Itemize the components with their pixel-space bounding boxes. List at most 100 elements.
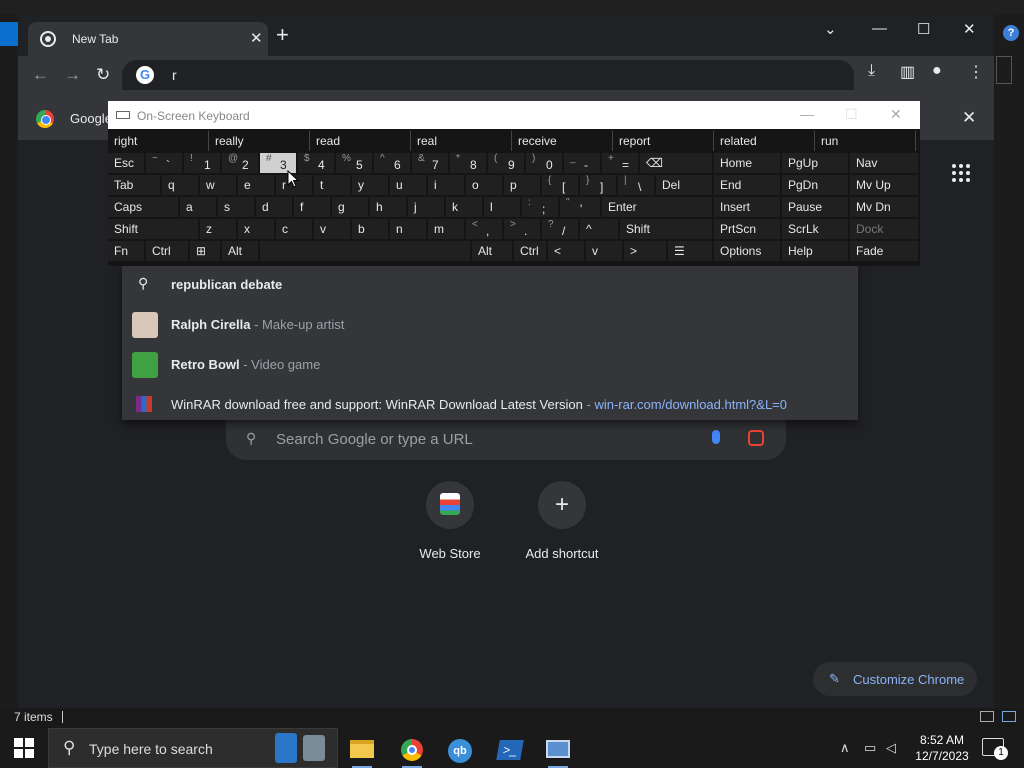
back-button[interactable]: ← xyxy=(32,65,49,85)
key-alt-right[interactable]: Alt xyxy=(472,241,512,261)
key-arrow-left[interactable]: < xyxy=(548,241,584,261)
key-arrow-down[interactable]: v xyxy=(586,241,622,261)
key-row3-7[interactable]: j xyxy=(408,197,444,217)
ntp-search-box[interactable]: ⚲ Search Google or type a URL xyxy=(226,420,786,460)
osk-minimize-button[interactable]: — xyxy=(800,106,814,122)
help-icon[interactable]: ? xyxy=(1003,25,1019,41)
key-row3-1[interactable]: a xyxy=(180,197,216,217)
key-row2-7[interactable]: u xyxy=(390,175,426,195)
close-window-button[interactable]: ✕ xyxy=(963,20,976,38)
details-view-icon[interactable] xyxy=(980,711,994,722)
suggestion-item[interactable]: ⚲ republican debate xyxy=(122,264,858,304)
forward-button[interactable]: → xyxy=(64,65,81,85)
shortcut-web-store[interactable]: Web Store xyxy=(394,481,506,571)
prediction-item[interactable]: real xyxy=(411,131,512,151)
key-row3-10[interactable]: :; xyxy=(522,197,558,217)
suggestion-item[interactable]: Retro Bowl - Video game xyxy=(122,344,858,384)
key-fn[interactable]: Fn xyxy=(108,241,144,261)
key-shift-right[interactable]: Shift xyxy=(620,219,712,239)
minimize-button[interactable]: — xyxy=(872,20,887,37)
key-row2-3[interactable]: e xyxy=(238,175,274,195)
prediction-item[interactable]: right xyxy=(108,131,209,151)
key-pause[interactable]: Pause xyxy=(782,197,848,217)
key-pgup[interactable]: PgUp xyxy=(782,153,848,173)
maximize-button[interactable]: ☐ xyxy=(917,20,930,38)
key-row4-10[interactable]: ? / xyxy=(542,219,578,239)
taskbar-qbittorrent[interactable]: qb xyxy=(440,732,480,768)
taskbar-powershell[interactable]: >_ xyxy=(490,732,530,768)
google-lens-icon[interactable] xyxy=(748,430,764,446)
windows-start-icon[interactable] xyxy=(14,738,34,758)
key-row4-7[interactable]: m xyxy=(428,219,464,239)
key-row1-12[interactable]: _ - xyxy=(564,153,600,173)
key-windows[interactable]: ⊞ xyxy=(190,241,220,261)
key-mv-dn[interactable]: Mv Dn xyxy=(850,197,918,217)
key-row2-10[interactable]: p xyxy=(504,175,540,195)
omnibox-input-text[interactable]: r xyxy=(172,67,177,83)
tab-new-tab[interactable]: New Tab ✕ xyxy=(28,22,268,56)
prediction-item[interactable]: report xyxy=(613,131,714,151)
key-delete[interactable]: Del xyxy=(656,175,712,195)
key-row4-2[interactable]: x xyxy=(238,219,274,239)
key-row3-9[interactable]: l xyxy=(484,197,520,217)
prediction-item[interactable]: receive xyxy=(512,131,613,151)
key-dock[interactable]: Dock xyxy=(850,219,918,239)
taskbar-file-explorer[interactable] xyxy=(342,732,382,768)
key-row2-9[interactable]: o xyxy=(466,175,502,195)
taskbar-search-box[interactable]: ⚲ Type here to search xyxy=(48,728,338,768)
new-tab-button[interactable]: + xyxy=(276,22,289,48)
key-row4-1[interactable]: z xyxy=(200,219,236,239)
key-row1-11[interactable]: ) 0 xyxy=(526,153,562,173)
key-row4-8[interactable]: <, xyxy=(466,219,502,239)
key-row2-5[interactable]: t xyxy=(314,175,350,195)
key-row1-2[interactable]: ! 1 xyxy=(184,153,220,173)
google-apps-grid-icon[interactable] xyxy=(952,164,970,182)
key-row2-6[interactable]: y xyxy=(352,175,388,195)
menu-kebab-icon[interactable]: ⋮ xyxy=(968,62,984,82)
key-row3-3[interactable]: d xyxy=(256,197,292,217)
key-arrow-right[interactable]: > xyxy=(624,241,666,261)
key-row2-13[interactable]: | \ xyxy=(618,175,654,195)
key-row1-7[interactable]: ^ 6 xyxy=(374,153,410,173)
tab-search-chevron-icon[interactable]: ⌄ xyxy=(824,20,837,38)
key-caps[interactable]: Caps xyxy=(108,197,178,217)
customize-chrome-button[interactable]: ✎ Customize Chrome xyxy=(813,662,977,696)
key-esc[interactable]: Esc xyxy=(108,153,144,173)
key-scrlk[interactable]: ScrLk xyxy=(782,219,848,239)
key-nav[interactable]: Nav xyxy=(850,153,918,173)
tab-close-icon[interactable]: ✕ xyxy=(250,29,263,47)
key-row1-8[interactable]: & 7 xyxy=(412,153,448,173)
key-row3-11[interactable]: " ' xyxy=(560,197,600,217)
key-row2-11[interactable]: {[ xyxy=(542,175,578,195)
key-row1-6[interactable]: % 5 xyxy=(336,153,372,173)
taskbar-clock[interactable]: 8:52 AM 12/7/2023 xyxy=(908,732,976,764)
bookmark-bar-close-icon[interactable]: ✕ xyxy=(962,108,976,128)
tray-chevron-icon[interactable]: ∧ xyxy=(840,740,850,756)
key-mv-up[interactable]: Mv Up xyxy=(850,175,918,195)
download-icon[interactable]: ⤓ xyxy=(868,62,875,80)
key-menu[interactable]: ☰ xyxy=(668,241,712,261)
key-alt-left[interactable]: Alt xyxy=(222,241,258,261)
key-options[interactable]: Options xyxy=(714,241,780,261)
prediction-item[interactable]: really xyxy=(209,131,310,151)
taskbar-remote-desktop[interactable] xyxy=(538,732,578,768)
network-icon[interactable]: ▭ xyxy=(864,740,876,756)
taskbar-chrome[interactable] xyxy=(392,732,432,768)
key-row2-2[interactable]: w xyxy=(200,175,236,195)
key-backspace[interactable]: ⌫ xyxy=(640,153,712,173)
large-icons-view-icon[interactable] xyxy=(1002,711,1016,722)
key-row4-6[interactable]: n xyxy=(390,219,426,239)
key-row4-4[interactable]: v xyxy=(314,219,350,239)
key-row2-8[interactable]: i xyxy=(428,175,464,195)
suggestion-item[interactable]: Ralph Cirella - Make-up artist xyxy=(122,304,858,344)
profile-icon[interactable]: ● xyxy=(932,62,942,80)
key-row3-4[interactable]: f xyxy=(294,197,330,217)
key-row2-1[interactable]: q xyxy=(162,175,198,195)
osk-close-button[interactable]: ✕ xyxy=(890,106,902,123)
side-panel-icon[interactable]: ▥ xyxy=(900,62,915,82)
key-enter[interactable]: Enter xyxy=(602,197,712,217)
key-row3-8[interactable]: k xyxy=(446,197,482,217)
key-shift-left[interactable]: Shift xyxy=(108,219,198,239)
prediction-item[interactable]: run xyxy=(815,131,916,151)
key-pgdn[interactable]: PgDn xyxy=(782,175,848,195)
